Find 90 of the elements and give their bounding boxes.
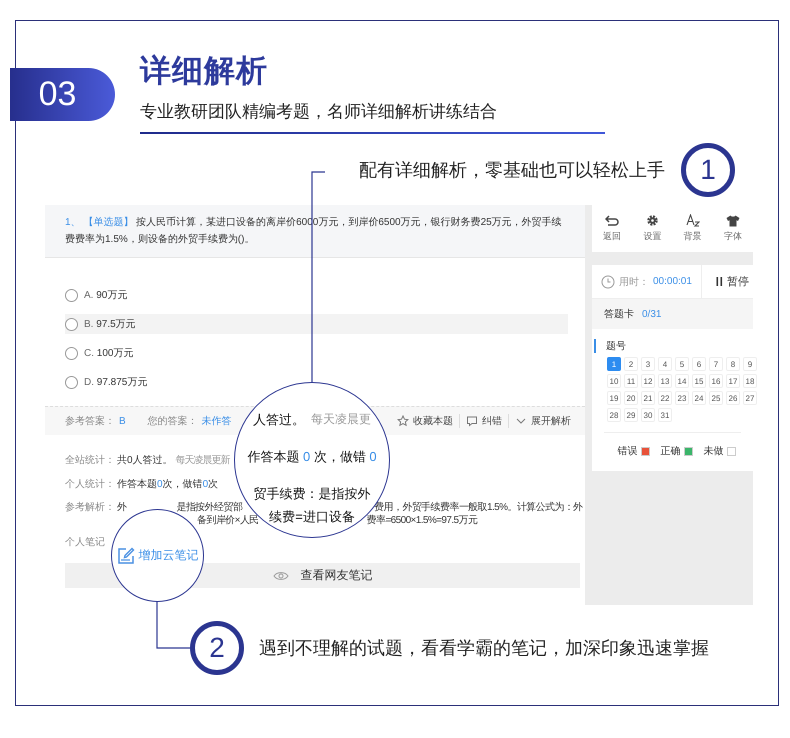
question-number[interactable]: 21 — [641, 391, 655, 405]
radio-button[interactable] — [65, 376, 78, 388]
stat-label: 个人统计： — [65, 478, 116, 491]
question-number[interactable]: 3 — [641, 357, 655, 371]
answer-option[interactable]: B. 97.5万元 — [65, 314, 568, 334]
question-number[interactable]: 25 — [709, 391, 723, 405]
question-number[interactable]: 13 — [658, 374, 672, 388]
question-number[interactable]: 8 — [726, 357, 740, 371]
analysis-text: 外 — [117, 501, 126, 514]
question-number[interactable]: 18 — [743, 374, 757, 388]
radio-button[interactable] — [65, 346, 78, 360]
callout-text: 遇到不理解的试题，看看学霸的笔记，加深印象迅速掌握 — [259, 637, 709, 660]
legend-label: 正确 — [660, 445, 680, 458]
question-number[interactable]: 15 — [692, 374, 706, 388]
action-button[interactable]: 收藏本题 — [391, 414, 459, 428]
question-number[interactable]: 4 — [658, 357, 672, 371]
question-number[interactable]: 2 — [624, 357, 638, 371]
answer-option[interactable]: D. 97.875万元 — [65, 372, 568, 392]
question-number[interactable]: 16 — [709, 374, 723, 388]
magnified-text: 续费=进口设备 — [269, 508, 355, 525]
question-number[interactable]: 27 — [743, 391, 757, 405]
action-button[interactable]: 纠错 — [460, 414, 508, 428]
question-number[interactable]: 5 — [675, 357, 689, 371]
magnified-text: 作答本题 0 次，做错 0 — [247, 448, 377, 465]
legend-label: 未做 — [704, 444, 724, 458]
question-number[interactable]: 10 — [607, 374, 621, 388]
analysis-text: 备到岸价×人民 — [197, 514, 259, 527]
stat-value: 共0人答过。 — [117, 454, 173, 467]
callout-text: 配有详细解析，零基础也可以轻松上手 — [359, 159, 665, 182]
pause-icon — [716, 277, 723, 286]
eye-icon — [272, 570, 288, 580]
question-number[interactable]: 29 — [624, 408, 638, 422]
answer-option[interactable]: C. 100万元 — [65, 343, 568, 363]
question-number[interactable]: 17 — [726, 374, 740, 388]
pause-button[interactable]: 暂停 — [702, 274, 749, 289]
numbers-heading: 题号 — [594, 339, 753, 353]
question-number[interactable]: 11 — [624, 374, 638, 388]
question-number[interactable]: 28 — [607, 408, 621, 422]
radio-button[interactable] — [65, 318, 78, 330]
answer-option[interactable]: A. 90万元 — [65, 285, 568, 305]
reference-answer: B — [119, 416, 126, 426]
question-number[interactable]: 7 — [709, 357, 723, 371]
settings-icon — [646, 214, 659, 227]
question-number[interactable]: 30 — [641, 408, 655, 422]
answer-label: 参考答案： — [65, 414, 115, 428]
question-number[interactable]: 12 — [641, 374, 655, 388]
question-number[interactable]: 6 — [692, 357, 706, 371]
question-number[interactable]: 20 — [624, 391, 638, 405]
comment-icon — [466, 415, 478, 427]
question-number[interactable]: 22 — [658, 391, 672, 405]
star-icon — [397, 415, 409, 427]
radio-button[interactable] — [65, 288, 78, 302]
action-button[interactable]: 展开解析 — [509, 414, 577, 428]
timer-label: 用时： — [619, 276, 649, 288]
toolbar-button[interactable]: 背景 — [684, 214, 702, 243]
answer-card-title: 答题卡 — [604, 308, 634, 321]
analysis-text: 费率=6500×1.5%=97.5万元 — [366, 514, 478, 527]
section-subtitle: 专业教研团队精编考题，名师详细解析讲练结合 — [140, 101, 498, 123]
shirt-icon — [726, 214, 740, 226]
elapsed-time: 00:00:01 — [653, 276, 692, 287]
magnified-text: 贸手续费：是指按外 — [254, 485, 370, 502]
question-number[interactable]: 31 — [658, 408, 672, 422]
toolbar-button[interactable]: 字体 — [724, 214, 742, 242]
question-number[interactable]: 14 — [675, 374, 689, 388]
stat-value: 作答本题0次，做错0次 — [117, 478, 218, 491]
back-icon — [605, 214, 620, 226]
answer-label: 您的答案： — [148, 414, 198, 428]
toolbar-button[interactable]: 返回 — [603, 214, 622, 242]
question-number[interactable]: 19 — [607, 391, 621, 405]
question-number[interactable]: 24 — [692, 391, 706, 405]
section-title: 详细解析 — [140, 52, 269, 90]
stat-label: 参考解析： — [65, 501, 116, 514]
analysis-text: 是指按外经贸部 — [176, 501, 242, 514]
toolbar-button[interactable]: 设置 — [643, 214, 662, 243]
font-size-icon — [686, 214, 700, 227]
clock-icon — [601, 274, 615, 288]
stat-label: 个人笔记 — [65, 536, 106, 549]
question-number[interactable]: 26 — [726, 391, 740, 405]
your-answer: 未作答 — [202, 414, 232, 428]
question-number[interactable]: 9 — [743, 357, 757, 371]
number-badge: 1 — [681, 143, 735, 197]
legend-label: 错误 — [618, 445, 638, 458]
magnified-note: 每天凌晨更 — [311, 411, 371, 428]
edit-icon — [116, 546, 134, 564]
update-note: 每天凌晨更新 — [176, 454, 230, 467]
magnified-text: 人答过。 — [253, 411, 305, 428]
number-badge: 2 — [190, 621, 244, 675]
progress-count: 0/31 — [642, 308, 662, 320]
stat-label: 全站统计： — [65, 454, 116, 467]
question-number[interactable]: 23 — [675, 391, 689, 405]
